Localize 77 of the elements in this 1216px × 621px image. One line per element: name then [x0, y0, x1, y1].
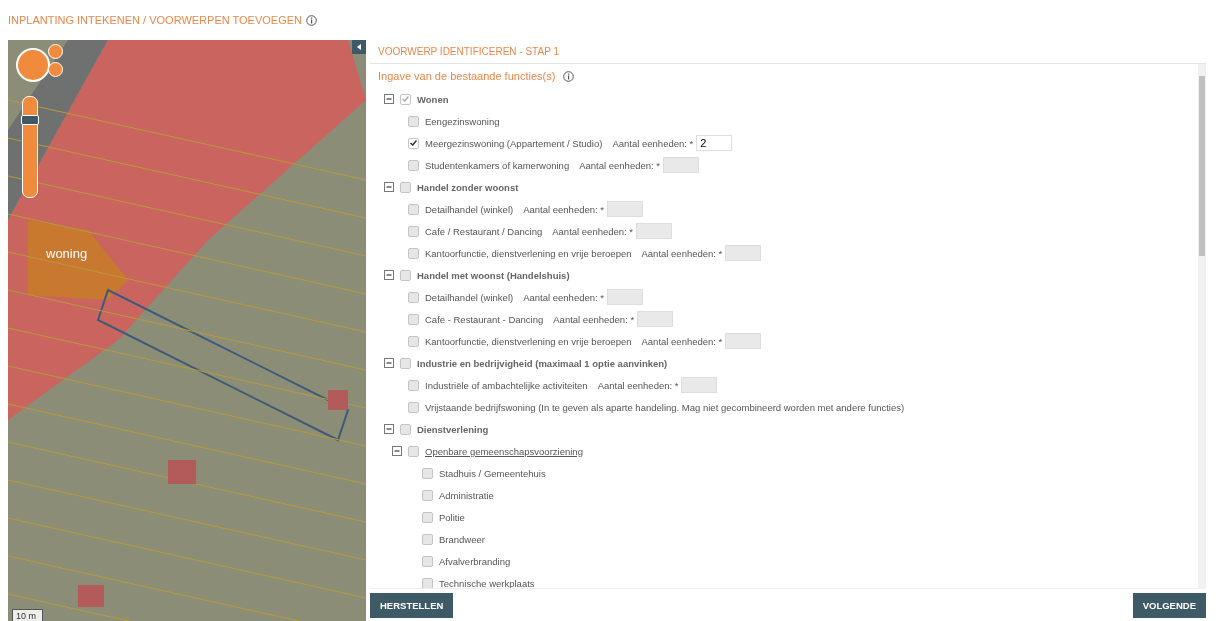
- checkbox[interactable]: [422, 533, 433, 545]
- collapse-icon[interactable]: [384, 358, 394, 368]
- checkbox[interactable]: [408, 291, 419, 303]
- option-label: Detailhandel (winkel): [425, 291, 514, 303]
- option-label: Administratie: [439, 489, 494, 501]
- checkbox[interactable]: [422, 467, 433, 479]
- checkbox[interactable]: [408, 225, 419, 237]
- checkbox[interactable]: [408, 335, 419, 347]
- scale-bar: 10 m: [12, 609, 43, 621]
- units-label: Aantal eenheden: *: [552, 225, 634, 237]
- option-label: Meergezinswoning (Appartement / Studio): [425, 137, 603, 149]
- checkbox[interactable]: [400, 357, 411, 369]
- collapse-icon[interactable]: [384, 270, 394, 280]
- units-label: Aantal eenheden: *: [641, 335, 723, 347]
- map-label: woning: [46, 246, 88, 261]
- option-label: Brandweer: [439, 533, 485, 545]
- collapse-icon[interactable]: [384, 424, 394, 434]
- checkbox[interactable]: [408, 137, 419, 149]
- checkbox[interactable]: [408, 445, 419, 457]
- step-title: VOORWERP IDENTIFICEREN - STAP 1: [370, 40, 1206, 64]
- option-label: Stadhuis / Gemeentehuis: [439, 467, 546, 479]
- form-title: Ingave van de bestaande functies(s): [378, 70, 556, 82]
- option-label: Studentenkamers of kamerwoning: [425, 159, 570, 171]
- units-label: Aantal eenheden: *: [597, 379, 679, 391]
- collapse-button[interactable]: [352, 40, 366, 54]
- units-label: Aantal eenheden: *: [523, 291, 604, 303]
- option-label: Eengezinswoning: [425, 115, 500, 127]
- caret-icon: [357, 44, 361, 50]
- reset-button[interactable]: HERSTELLEN: [370, 592, 454, 618]
- map-view[interactable]: woning 10 m: [8, 40, 366, 621]
- collapse-icon[interactable]: [384, 94, 394, 104]
- option-label: Detailhandel (winkel): [425, 203, 514, 215]
- option-label: Afvalverbranding: [439, 555, 511, 567]
- collapse-icon[interactable]: [384, 182, 394, 192]
- option-label: Openbare gemeenschapsvoorziening: [425, 445, 583, 457]
- checkbox[interactable]: [408, 401, 419, 413]
- units-field[interactable]: 2: [696, 135, 733, 151]
- option-label: Industriële of ambachtelijke activiteiten: [425, 379, 588, 391]
- scrollbar[interactable]: [1198, 64, 1206, 588]
- units-label: Aantal eenheden: *: [553, 313, 635, 325]
- option-label: Handel zonder woonst: [417, 181, 519, 193]
- zoom-slider[interactable]: [22, 96, 38, 198]
- option-label: Cafe / Restaurant / Dancing: [425, 225, 543, 237]
- option-label: Dienstverlening: [417, 423, 489, 435]
- checkbox[interactable]: [400, 181, 411, 193]
- option-label: Politie: [439, 511, 465, 523]
- units-label: Aantal eenheden: *: [612, 137, 694, 149]
- checkbox[interactable]: [400, 269, 411, 281]
- checkbox[interactable]: [408, 247, 419, 259]
- option-label: Kantoorfunctie, dienstverlening en vrije beroepen: [425, 247, 632, 259]
- checkbox[interactable]: [422, 555, 433, 567]
- next-button[interactable]: VOLGENDE: [1132, 592, 1206, 618]
- option-label: Handel met woonst (Handelshuis): [417, 269, 570, 281]
- checkbox[interactable]: [400, 423, 411, 435]
- units-label: Aantal eenheden: *: [641, 247, 723, 259]
- option-label: Cafe - Restaurant - Dancing: [425, 313, 544, 325]
- zoom-handle[interactable]: [21, 114, 39, 125]
- units-label: Aantal eenheden: *: [523, 203, 604, 215]
- checkbox[interactable]: [408, 379, 419, 391]
- option-label: Technische werkplaats: [439, 577, 535, 588]
- checkbox[interactable]: [408, 313, 419, 325]
- info-icon[interactable]: [306, 14, 317, 26]
- checkbox[interactable]: [422, 577, 433, 588]
- collapse-icon[interactable]: [392, 446, 402, 456]
- option-label: Industrie en bedrijvigheid (maximaal 1 optie aanvinken): [417, 357, 668, 369]
- units-label: Aantal eenheden: *: [579, 159, 660, 171]
- checkbox[interactable]: [400, 93, 411, 105]
- checkbox[interactable]: [422, 511, 433, 523]
- option-label: Kantoorfunctie, dienstverlening en vrije beroepen: [425, 335, 632, 347]
- option-label: Vrijstaande bedrijfswoning (In te geven als aparte handeling. Mag niet gecombineerd worden met andere functies): [425, 401, 905, 413]
- checkbox[interactable]: [422, 489, 433, 501]
- page-title: INPLANTING INTEKENEN / VOORWERPEN TOEVOEGEN: [8, 14, 302, 26]
- option-label: Wonen: [417, 93, 449, 105]
- info-icon[interactable]: [563, 70, 575, 82]
- checkbox[interactable]: [408, 159, 419, 171]
- checkbox[interactable]: [408, 203, 419, 215]
- checkbox[interactable]: [408, 115, 419, 127]
